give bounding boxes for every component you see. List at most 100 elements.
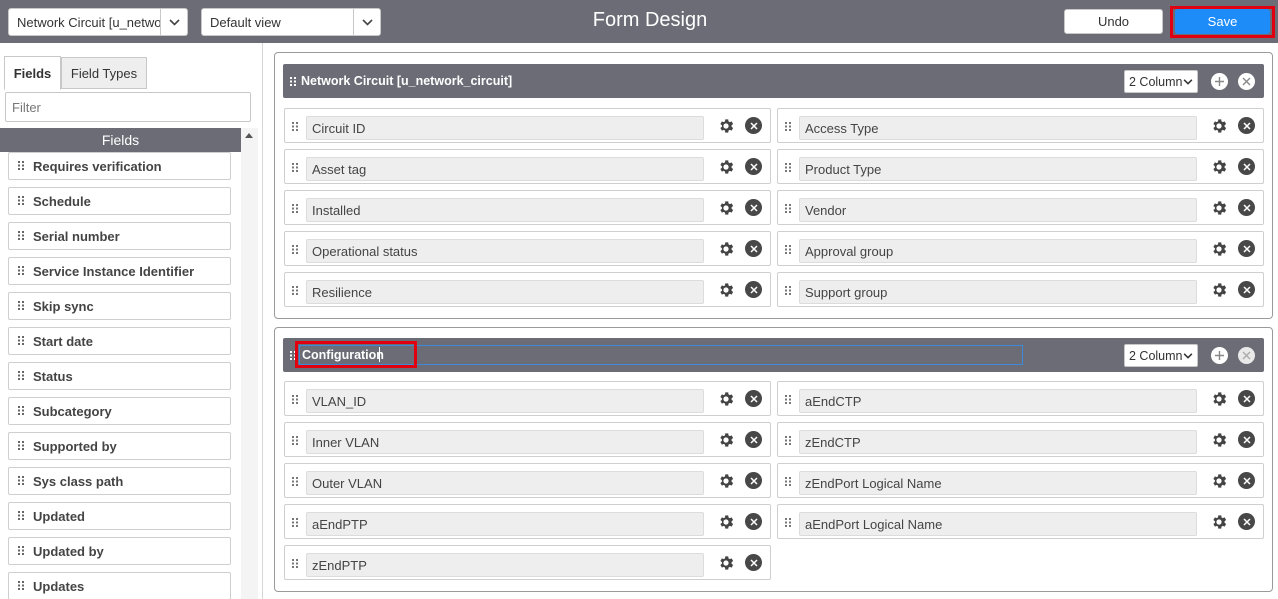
form-field-row[interactable]: Installed bbox=[284, 190, 771, 225]
drag-handle-icon[interactable] bbox=[292, 120, 298, 135]
field-palette-item[interactable]: Sys class path bbox=[8, 467, 231, 495]
gear-icon[interactable] bbox=[1210, 472, 1228, 490]
column-layout-select[interactable]: 2 Column bbox=[1124, 70, 1198, 93]
form-field-row[interactable]: Asset tag bbox=[284, 149, 771, 184]
field-palette-item[interactable]: Start date bbox=[8, 327, 231, 355]
remove-field-icon[interactable] bbox=[745, 513, 762, 530]
form-field-row[interactable]: zEndPTP bbox=[284, 545, 771, 580]
form-field-row[interactable]: Resilience bbox=[284, 272, 771, 307]
panel-divider[interactable] bbox=[262, 43, 263, 599]
remove-field-icon[interactable] bbox=[1238, 472, 1255, 489]
tab-field-types[interactable]: Field Types bbox=[61, 57, 147, 89]
field-palette-item[interactable]: Service Instance Identifier bbox=[8, 257, 231, 285]
drag-handle-icon[interactable] bbox=[9, 441, 33, 451]
remove-field-icon[interactable] bbox=[745, 158, 762, 175]
remove-field-icon[interactable] bbox=[745, 390, 762, 407]
form-field-row[interactable]: zEndPort Logical Name bbox=[777, 463, 1264, 498]
remove-field-icon[interactable] bbox=[1238, 431, 1255, 448]
field-palette-item[interactable]: Serial number bbox=[8, 222, 231, 250]
remove-field-icon[interactable] bbox=[1238, 117, 1255, 134]
form-field-row[interactable]: Inner VLAN bbox=[284, 422, 771, 457]
drag-handle-icon[interactable] bbox=[9, 511, 33, 521]
drag-handle-icon[interactable] bbox=[292, 161, 298, 176]
form-field-row[interactable]: Outer VLAN bbox=[284, 463, 771, 498]
remove-field-icon[interactable] bbox=[745, 281, 762, 298]
drag-handle-icon[interactable] bbox=[785, 434, 791, 449]
form-field-row[interactable]: Operational status bbox=[284, 231, 771, 266]
drag-handle-icon[interactable] bbox=[292, 434, 298, 449]
form-field-row[interactable]: Circuit ID bbox=[284, 108, 771, 143]
gear-icon[interactable] bbox=[717, 158, 735, 176]
remove-field-icon[interactable] bbox=[745, 199, 762, 216]
remove-field-icon[interactable] bbox=[1238, 199, 1255, 216]
remove-field-icon[interactable] bbox=[745, 554, 762, 571]
scroll-up-arrow-icon[interactable] bbox=[245, 133, 253, 138]
drag-handle-icon[interactable] bbox=[785, 284, 791, 299]
gear-icon[interactable] bbox=[717, 199, 735, 217]
drag-handle-icon[interactable] bbox=[9, 336, 33, 346]
field-palette-item[interactable]: Schedule bbox=[8, 187, 231, 215]
gear-icon[interactable] bbox=[717, 240, 735, 258]
drag-handle-icon[interactable] bbox=[785, 475, 791, 490]
remove-field-icon[interactable] bbox=[1238, 513, 1255, 530]
form-field-row[interactable]: Approval group bbox=[777, 231, 1264, 266]
gear-icon[interactable] bbox=[1210, 513, 1228, 531]
remove-field-icon[interactable] bbox=[745, 431, 762, 448]
drag-handle-icon[interactable] bbox=[292, 202, 298, 217]
drag-handle-icon[interactable] bbox=[9, 231, 33, 241]
gear-icon[interactable] bbox=[717, 472, 735, 490]
drag-handle-icon[interactable] bbox=[292, 516, 298, 531]
section-header[interactable]: Configuration 2 Column bbox=[283, 338, 1264, 372]
field-palette-item[interactable]: Subcategory bbox=[8, 397, 231, 425]
form-field-row[interactable]: zEndCTP bbox=[777, 422, 1264, 457]
drag-handle-icon[interactable] bbox=[9, 546, 33, 556]
remove-field-icon[interactable] bbox=[745, 240, 762, 257]
gear-icon[interactable] bbox=[1210, 431, 1228, 449]
undo-button[interactable]: Undo bbox=[1064, 9, 1163, 34]
drag-handle-icon[interactable] bbox=[785, 161, 791, 176]
form-field-row[interactable]: aEndPTP bbox=[284, 504, 771, 539]
gear-icon[interactable] bbox=[717, 117, 735, 135]
drag-handle-icon[interactable] bbox=[292, 475, 298, 490]
field-palette-item[interactable]: Requires verification bbox=[8, 152, 231, 180]
scrollbar[interactable] bbox=[241, 128, 258, 599]
add-section-icon[interactable] bbox=[1211, 73, 1228, 90]
drag-handle-icon[interactable] bbox=[292, 284, 298, 299]
form-field-row[interactable]: VLAN_ID bbox=[284, 381, 771, 416]
field-palette-item[interactable]: Updated by bbox=[8, 537, 231, 565]
drag-handle-icon[interactable] bbox=[292, 243, 298, 258]
filter-input[interactable] bbox=[5, 92, 251, 122]
gear-icon[interactable] bbox=[717, 513, 735, 531]
remove-section-icon[interactable] bbox=[1238, 73, 1255, 90]
drag-handle-icon[interactable] bbox=[785, 516, 791, 531]
gear-icon[interactable] bbox=[717, 431, 735, 449]
remove-field-icon[interactable] bbox=[1238, 390, 1255, 407]
section-title[interactable]: Network Circuit [u_network_circuit] bbox=[301, 74, 512, 88]
drag-handle-icon[interactable] bbox=[785, 120, 791, 135]
field-palette-item[interactable]: Status bbox=[8, 362, 231, 390]
add-section-icon[interactable] bbox=[1211, 347, 1228, 364]
form-field-row[interactable]: Support group bbox=[777, 272, 1264, 307]
drag-handle-icon[interactable] bbox=[9, 581, 33, 591]
drag-handle-icon[interactable] bbox=[292, 557, 298, 572]
tab-fields[interactable]: Fields bbox=[4, 56, 61, 90]
form-field-row[interactable]: aEndCTP bbox=[777, 381, 1264, 416]
gear-icon[interactable] bbox=[1210, 158, 1228, 176]
gear-icon[interactable] bbox=[717, 281, 735, 299]
drag-handle-icon[interactable] bbox=[9, 371, 33, 381]
drag-handle-icon[interactable] bbox=[9, 301, 33, 311]
save-button[interactable]: Save bbox=[1175, 9, 1270, 34]
form-field-row[interactable]: aEndPort Logical Name bbox=[777, 504, 1264, 539]
section-header[interactable]: Network Circuit [u_network_circuit] 2 Co… bbox=[283, 64, 1264, 98]
remove-field-icon[interactable] bbox=[745, 117, 762, 134]
drag-handle-icon[interactable] bbox=[292, 393, 298, 408]
remove-field-icon[interactable] bbox=[745, 472, 762, 489]
drag-handle-icon[interactable] bbox=[9, 406, 33, 416]
field-palette-item[interactable]: Supported by bbox=[8, 432, 231, 460]
remove-field-icon[interactable] bbox=[1238, 281, 1255, 298]
column-layout-select[interactable]: 2 Column bbox=[1124, 344, 1198, 367]
field-palette-item[interactable]: Skip sync bbox=[8, 292, 231, 320]
gear-icon[interactable] bbox=[717, 554, 735, 572]
gear-icon[interactable] bbox=[717, 390, 735, 408]
drag-handle-icon[interactable] bbox=[785, 243, 791, 258]
